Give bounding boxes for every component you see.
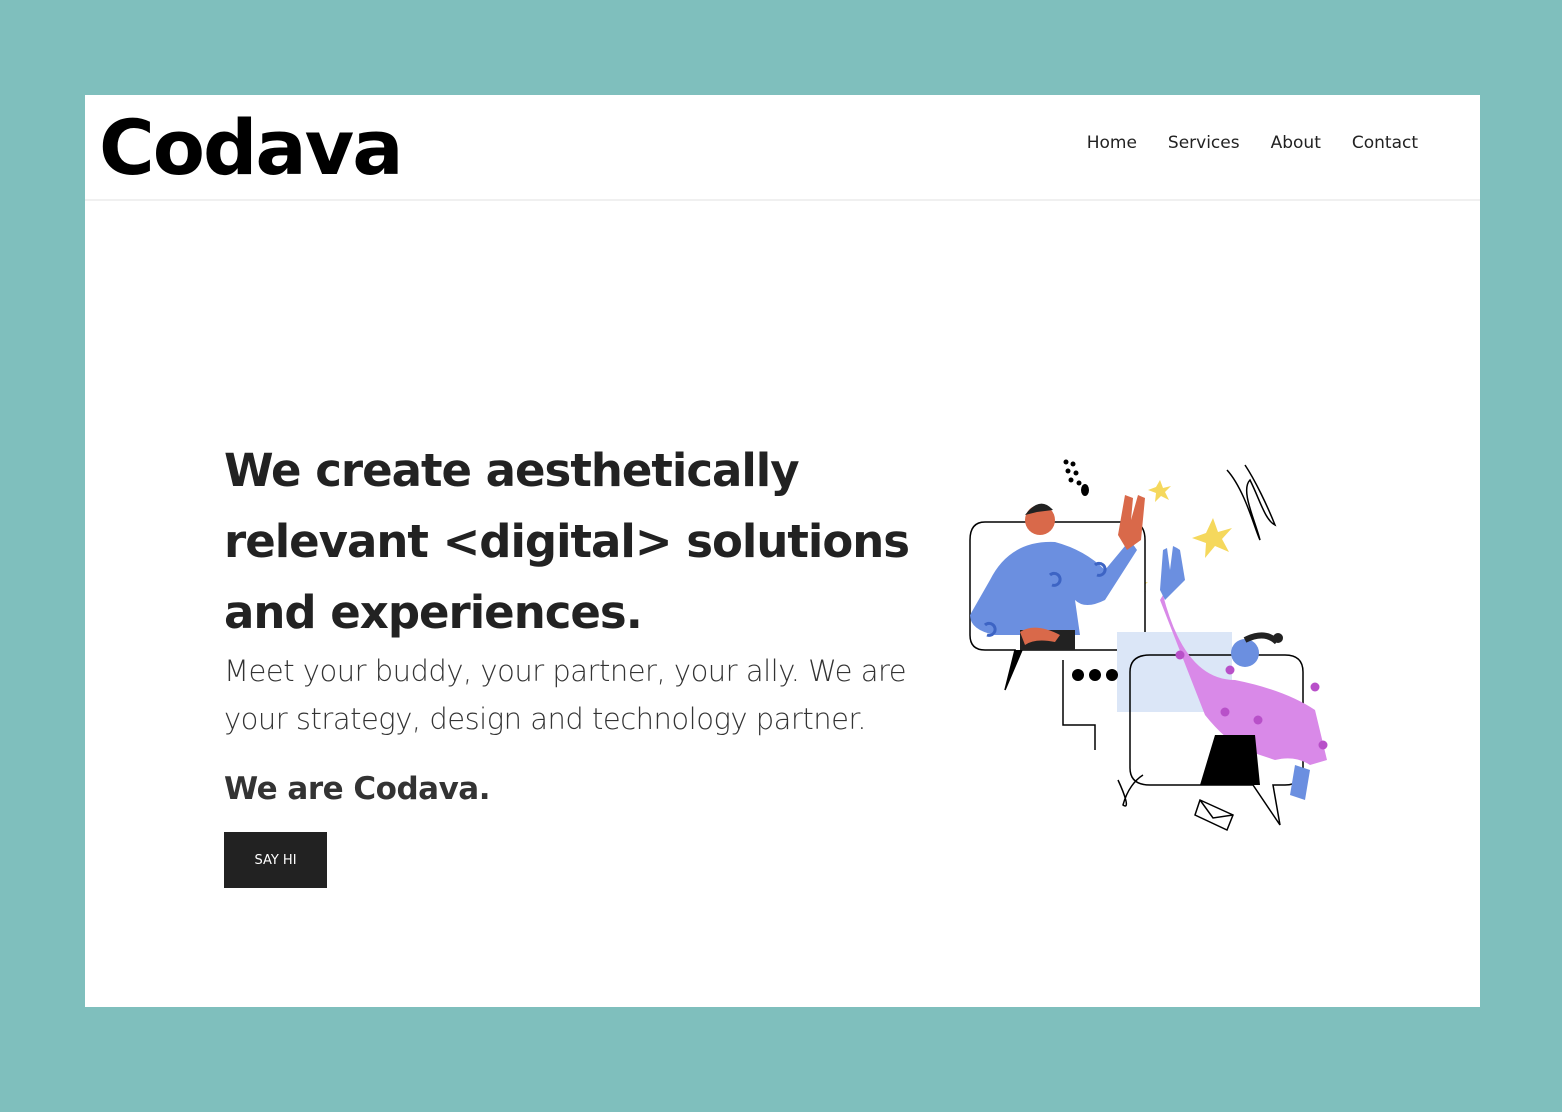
decorative-dots <box>1063 459 1089 496</box>
high-five-illustration <box>969 459 1328 832</box>
logo[interactable]: Codava <box>99 103 404 193</box>
envelope-icon <box>1194 798 1234 832</box>
page: Codava Home Services About Contact We cr… <box>85 95 1480 1007</box>
nav-home[interactable]: Home <box>1087 133 1137 153</box>
hero-headline: We create aesthetically relevant <digita… <box>224 444 910 639</box>
hero-tagline: We are Codava. <box>224 771 491 807</box>
nav-services[interactable]: Services <box>1168 133 1240 153</box>
typing-dots-icon <box>1072 669 1118 681</box>
nav-about[interactable]: About <box>1271 133 1321 153</box>
hero-subtitle: Meet your buddy, your partner, your ally… <box>224 654 907 736</box>
main-nav: Home Services About Contact <box>1087 133 1418 153</box>
nav-contact[interactable]: Contact <box>1352 133 1418 153</box>
site-header: Codava Home Services About Contact <box>85 95 1480 201</box>
say-hi-button[interactable]: SAY HI <box>224 832 327 888</box>
